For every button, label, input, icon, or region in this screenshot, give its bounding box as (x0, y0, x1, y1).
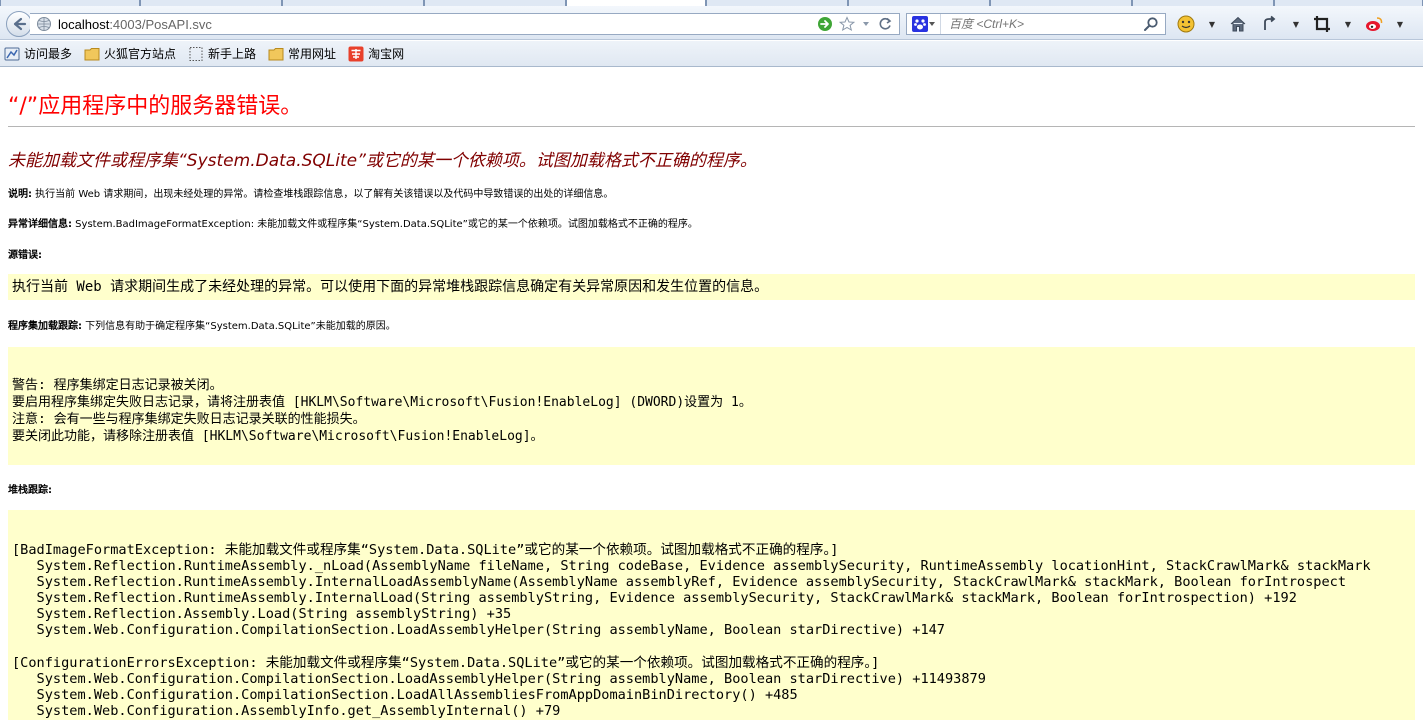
address-bar[interactable]: localhost:4003/PosAPI.svc (30, 13, 900, 35)
weibo-icon[interactable] (1364, 14, 1384, 34)
assembly-trace-line: 程序集加载跟踪: 下列信息有助于确定程序集“System.Data.SQLite… (8, 317, 396, 332)
bookmark-star-icon[interactable] (839, 16, 855, 32)
assembly-trace-box: 警告: 程序集绑定日志记录被关闭。 要启用程序集绑定失败日志记录，请将注册表值 … (8, 347, 1415, 465)
home-icon[interactable] (1228, 14, 1248, 34)
url-path: :4003/PosAPI.svc (109, 16, 212, 32)
bookmark-label: 常用网址 (288, 47, 337, 61)
back-button[interactable] (6, 11, 32, 37)
bookmark-label: 火狐官方站点 (104, 47, 177, 61)
source-error-label: 源错误: (8, 250, 42, 261)
error-subtitle: 未能加载文件或程序集“System.Data.SQLite”或它的某一个依赖项。… (8, 151, 757, 171)
dropdown-chevron-icon[interactable]: ▼ (1344, 14, 1352, 34)
exception-label: 异常详细信息: (8, 219, 72, 230)
stack-trace-line: 堆栈跟踪: (8, 481, 52, 496)
description-label: 说明: (8, 189, 32, 200)
globe-icon (37, 17, 51, 31)
source-error-line: 源错误: (8, 246, 42, 261)
bookmark-label: 新手上路 (208, 47, 257, 61)
bookmark-label: 淘宝网 (368, 47, 405, 61)
reload-icon[interactable] (877, 16, 893, 32)
assembly-trace-label: 程序集加载跟踪: (8, 321, 82, 332)
stack-trace-label: 堆栈跟踪: (8, 485, 52, 496)
search-engine-selector[interactable] (907, 14, 941, 34)
bookmark-getting-started[interactable]: 新手上路 (188, 44, 256, 64)
bookmarks-toolbar: 访问最多 火狐官方站点 新手上路 常用网址 淘宝网 (0, 41, 1423, 67)
exception-text: System.BadImageFormatException: 未能加载文件或程… (72, 219, 698, 230)
dropdown-chevron-icon[interactable] (861, 16, 871, 32)
undo-history-icon[interactable] (1260, 14, 1280, 34)
bookmark-taobao[interactable]: 淘宝网 (348, 44, 404, 64)
url-host: localhost (58, 16, 110, 32)
description-text: 执行当前 Web 请求期间，出现未经处理的异常。请检查堆栈跟踪信息，以了解有关该… (32, 189, 614, 200)
smiley-addon-icon[interactable] (1176, 14, 1196, 34)
search-input[interactable] (947, 16, 1137, 32)
taobao-icon (348, 46, 364, 61)
url-actions (817, 16, 893, 32)
folder-icon (84, 47, 100, 60)
back-arrow-icon (13, 17, 27, 31)
bookmark-most-visited[interactable]: 访问最多 (4, 44, 72, 64)
navigation-toolbar: localhost:4003/PosAPI.svc 百度 <Ctrl+K> ▼ … (0, 6, 1423, 40)
source-error-box: 执行当前 Web 请求期间生成了未经处理的异常。可以使用下面的异常堆栈跟踪信息确… (8, 274, 1415, 300)
divider (8, 126, 1415, 127)
url-text[interactable]: localhost:4003/PosAPI.svc (58, 17, 212, 32)
exception-line: 异常详细信息: System.BadImageFormatException: … (8, 215, 698, 230)
crop-screenshot-icon[interactable] (1312, 14, 1332, 34)
stack-trace-box: [BadImageFormatException: 未能加载文件或程序集“Sys… (8, 510, 1415, 720)
search-box[interactable] (906, 13, 1166, 35)
most-visited-icon (4, 47, 20, 60)
bookmark-label: 访问最多 (24, 47, 73, 61)
dotted-page-icon (189, 46, 203, 61)
description-line: 说明: 执行当前 Web 请求期间，出现未经处理的异常。请检查堆栈跟踪信息，以了… (8, 185, 613, 200)
bookmark-firefox-official[interactable]: 火狐官方站点 (84, 44, 176, 64)
search-icon[interactable] (1143, 16, 1159, 32)
baidu-paw-icon (911, 16, 928, 32)
dropdown-chevron-icon[interactable]: ▼ (1292, 14, 1300, 34)
dropdown-chevron-icon[interactable]: ▼ (1208, 14, 1216, 34)
assembly-trace-text: 下列信息有助于确定程序集“System.Data.SQLite”未能加载的原因。 (82, 321, 396, 332)
dropdown-chevron-icon (928, 22, 935, 26)
go-arrow-icon[interactable] (817, 16, 833, 32)
page-content: “/”应用程序中的服务器错误。 未能加载文件或程序集“System.Data.S… (0, 68, 1423, 720)
dropdown-chevron-icon[interactable]: ▼ (1396, 14, 1404, 34)
page-title: “/”应用程序中的服务器错误。 (8, 94, 303, 119)
folder-icon (268, 47, 284, 60)
toolbar-icons: ▼ ▼ ▼ ▼ (1176, 14, 1404, 34)
bookmark-common-sites[interactable]: 常用网址 (268, 44, 336, 64)
